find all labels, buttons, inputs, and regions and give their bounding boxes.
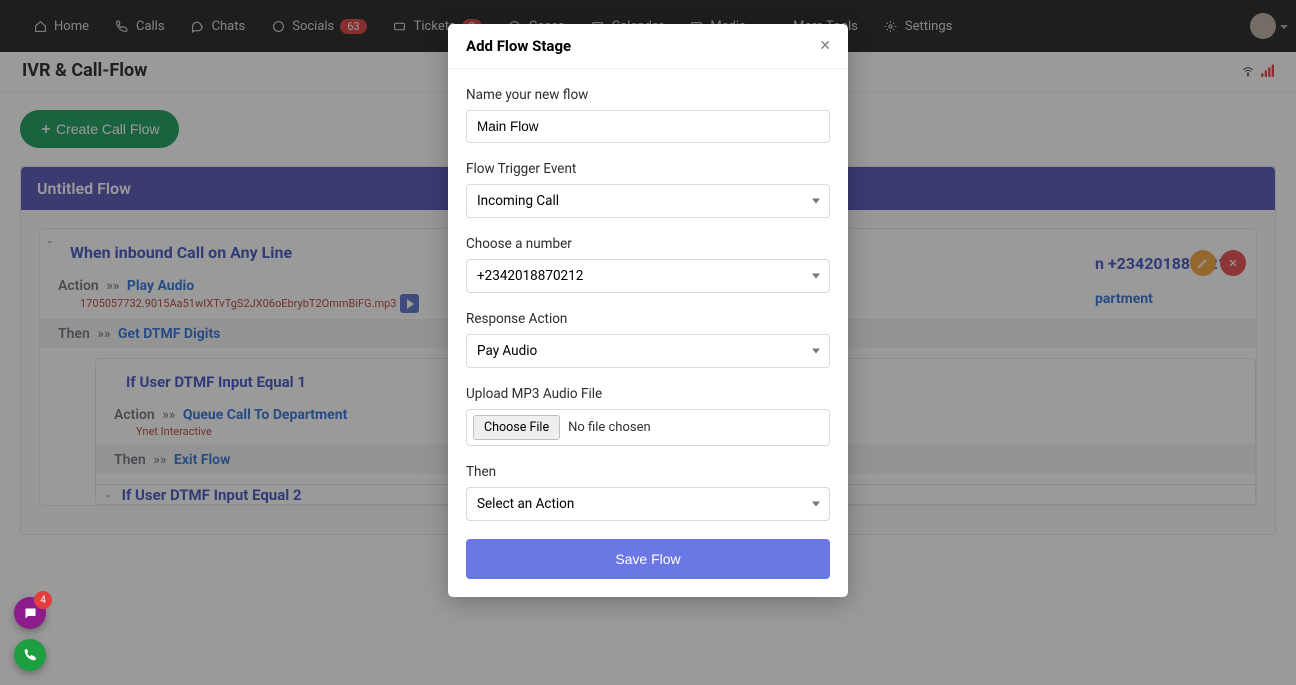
file-upload-input[interactable]: Choose File No file chosen [466,409,830,446]
trigger-label: Flow Trigger Event [466,161,830,177]
then-select[interactable]: Select an Action [466,487,830,521]
response-label: Response Action [466,311,830,327]
modal-header: Add Flow Stage × [448,24,848,69]
upload-label: Upload MP3 Audio File [466,386,830,402]
add-flow-stage-modal: Add Flow Stage × Name your new flow Flow… [448,24,848,597]
modal-title: Add Flow Stage [466,37,571,55]
name-label: Name your new flow [466,87,830,103]
floating-actions: 4 [14,597,46,671]
save-flow-button[interactable]: Save Flow [466,539,830,579]
modal-close-button[interactable]: × [820,37,830,55]
fab-call-button[interactable] [14,639,46,671]
number-label: Choose a number [466,236,830,252]
fab-chat-button[interactable]: 4 [14,597,46,629]
then-label: Then [466,464,830,480]
file-status-text: No file chosen [568,420,651,435]
number-select[interactable]: +2342018870212 [466,259,830,293]
flow-name-input[interactable] [466,110,830,143]
chat-badge: 4 [34,591,52,609]
modal-body: Name your new flow Flow Trigger Event In… [448,69,848,597]
choose-file-button[interactable]: Choose File [473,415,560,440]
trigger-select[interactable]: Incoming Call [466,184,830,218]
response-select[interactable]: Pay Audio [466,334,830,368]
